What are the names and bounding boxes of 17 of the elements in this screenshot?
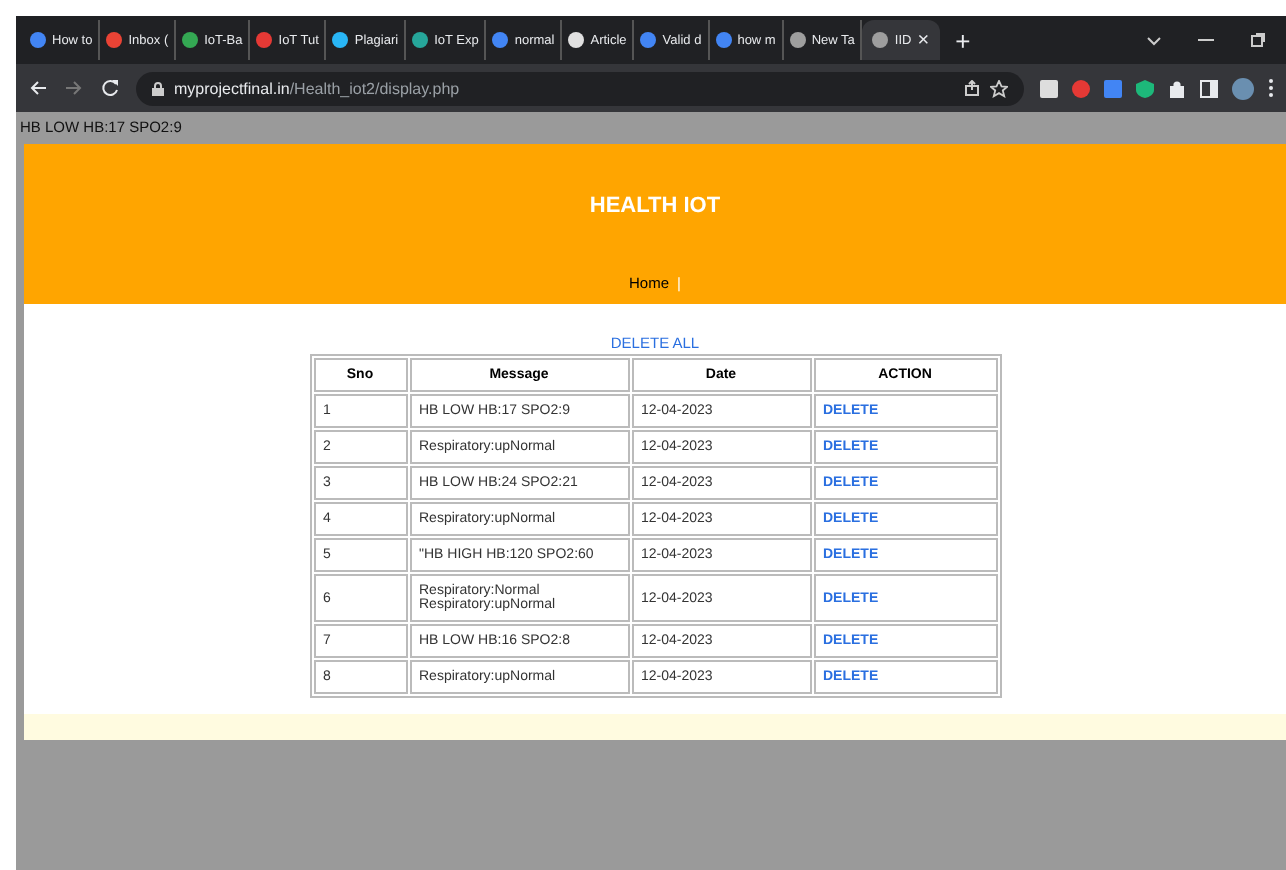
sidebar-icon[interactable]	[1200, 79, 1218, 97]
new-tab-button[interactable]: +	[955, 25, 971, 55]
reload-icon[interactable]	[100, 78, 120, 98]
forward-icon[interactable]	[64, 78, 84, 98]
minimize-icon[interactable]	[1198, 38, 1214, 42]
star-icon[interactable]	[990, 79, 1008, 97]
site-title: HEALTH IOT	[589, 194, 721, 218]
chevron-down-icon[interactable]	[1146, 35, 1162, 45]
menu-icon[interactable]	[1268, 78, 1274, 98]
share-icon[interactable]	[964, 80, 980, 96]
address-bar[interactable]: myprojectfinal.in/Health_iot2/display.php	[136, 71, 1024, 105]
avatar-icon[interactable]	[1232, 77, 1254, 99]
puzzle-icon[interactable]	[1168, 79, 1186, 97]
lock-icon	[152, 81, 164, 95]
shield-icon[interactable]	[1136, 79, 1154, 97]
back-icon[interactable]	[28, 78, 48, 98]
restore-icon[interactable]	[1250, 32, 1266, 48]
